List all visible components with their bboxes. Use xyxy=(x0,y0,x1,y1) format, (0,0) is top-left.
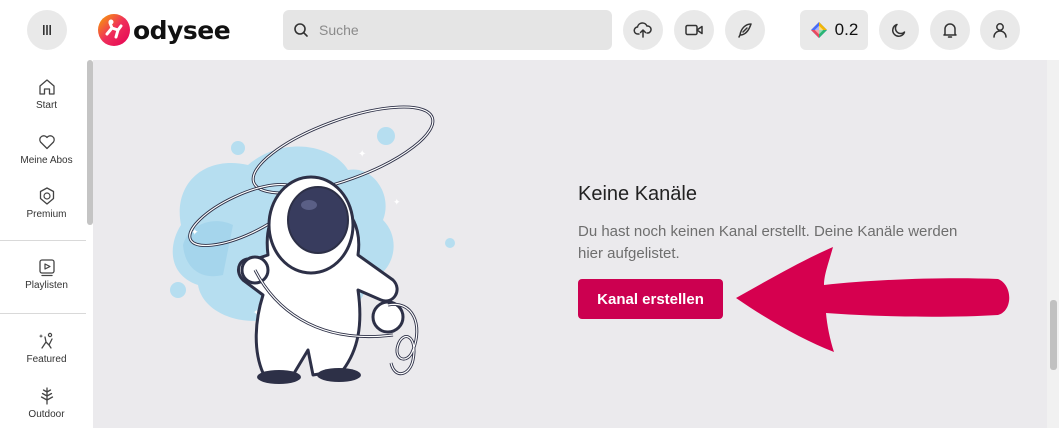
sidebar-item-label: Meine Abos xyxy=(20,155,73,166)
sidebar-item-label: Outdoor xyxy=(28,409,65,420)
playlist-icon xyxy=(38,259,55,277)
sidebar-item-label: Premium xyxy=(26,209,67,220)
sidebar-item-meine-abos[interactable]: Meine Abos xyxy=(0,132,93,166)
odysee-logo[interactable]: odysee xyxy=(97,12,231,48)
menu-button[interactable] xyxy=(27,10,67,50)
credits-value: 0.2 xyxy=(834,20,859,39)
main-content: ✦ ✦ ✦ ✦ Keine Kanäle Du hast noch keinen… xyxy=(93,60,1047,428)
moon-icon xyxy=(892,23,906,37)
sidebar-item-start[interactable]: Start xyxy=(0,77,93,111)
sidebar-divider xyxy=(0,313,86,314)
search-icon xyxy=(294,23,308,37)
home-icon xyxy=(38,79,55,95)
account-button[interactable] xyxy=(980,10,1020,50)
page-scrollbar-thumb[interactable] xyxy=(1050,300,1057,370)
empty-state-title: Keine Kanäle xyxy=(578,183,697,205)
search-input[interactable] xyxy=(319,22,589,38)
svg-text:✦: ✦ xyxy=(393,198,401,208)
tree-icon xyxy=(40,387,53,405)
sidebar-item-playlisten[interactable]: Playlisten xyxy=(0,257,93,291)
search-bar[interactable] xyxy=(283,10,612,50)
credits-balance-button[interactable]: 0.2 xyxy=(800,10,868,50)
sidebar: Start Meine Abos Premium Playlisten Feat… xyxy=(0,60,93,428)
sidebar-item-premium[interactable]: Premium xyxy=(0,186,93,220)
lbc-credits-icon xyxy=(810,22,827,38)
heart-icon xyxy=(38,135,55,150)
featured-icon xyxy=(38,332,53,349)
sidebar-item-label: Featured xyxy=(26,354,67,365)
astronaut-lasso-illustration: ✦ ✦ ✦ ✦ xyxy=(170,105,455,384)
svg-text:✦: ✦ xyxy=(358,149,366,160)
sidebar-item-label: Start xyxy=(35,100,58,111)
top-header: odysee 0.2 xyxy=(0,0,1059,60)
upload-button[interactable] xyxy=(623,10,663,50)
sidebar-item-featured[interactable]: Featured xyxy=(0,331,93,365)
cloud-upload-icon xyxy=(633,22,652,38)
video-camera-icon xyxy=(685,24,703,36)
logo-text: odysee xyxy=(133,15,231,45)
create-channel-button[interactable]: Kanal erstellen xyxy=(578,279,723,319)
theme-toggle-button[interactable] xyxy=(879,10,919,50)
user-icon xyxy=(993,23,1007,38)
sidebar-item-label: Playlisten xyxy=(25,280,68,291)
premium-badge-icon xyxy=(39,187,54,205)
sidebar-divider xyxy=(0,240,86,241)
menu-icon xyxy=(43,25,51,35)
bell-icon xyxy=(943,23,957,38)
pointer-arrow-icon xyxy=(736,247,1010,352)
sidebar-item-outdoor[interactable]: Outdoor xyxy=(0,386,93,420)
page-scrollbar[interactable] xyxy=(1047,60,1059,428)
feather-pen-icon xyxy=(738,23,752,38)
write-post-button[interactable] xyxy=(725,10,765,50)
go-live-button[interactable] xyxy=(674,10,714,50)
notifications-button[interactable] xyxy=(930,10,970,50)
odysee-logo-icon xyxy=(98,14,130,46)
